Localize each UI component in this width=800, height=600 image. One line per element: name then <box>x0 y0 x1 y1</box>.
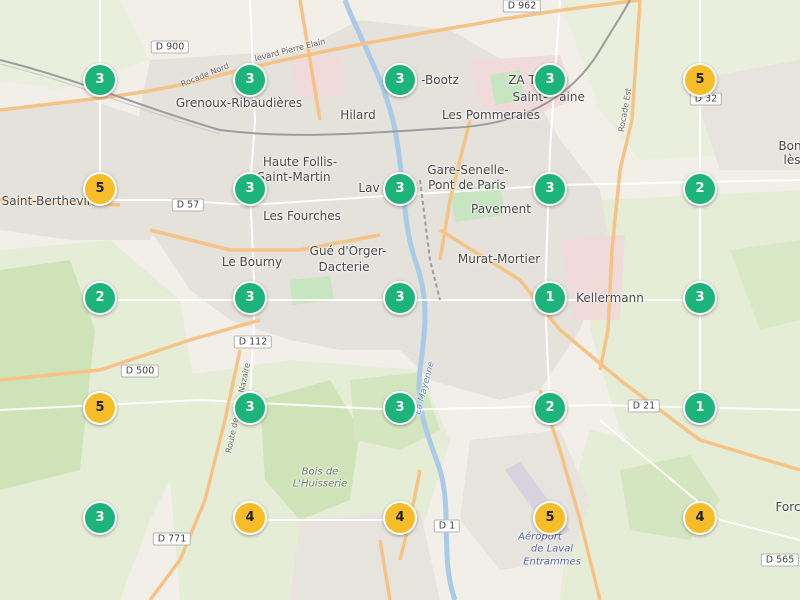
cluster-marker[interactable]: 3 <box>383 281 417 315</box>
road-shield: D 900 <box>150 40 190 54</box>
place-label: ZA T <box>508 73 536 87</box>
place-label: Bois de <box>301 466 339 478</box>
place-label: L'Huisserie <box>292 478 348 490</box>
place-label: -Bootz <box>421 73 459 87</box>
cluster-marker[interactable]: 4 <box>233 501 267 535</box>
cluster-marker[interactable]: 5 <box>533 501 567 535</box>
cluster-marker[interactable]: 2 <box>533 391 567 425</box>
cluster-marker[interactable]: 3 <box>83 501 117 535</box>
place-label: lès <box>783 153 800 167</box>
place-label: Les Fourches <box>263 209 341 223</box>
cluster-marker[interactable]: 5 <box>83 172 117 206</box>
cluster-marker[interactable]: 2 <box>83 281 117 315</box>
cluster-marker[interactable]: 2 <box>683 172 717 206</box>
road-shield: D 57 <box>171 198 205 212</box>
map-view[interactable]: Grenoux-Ribaudières Hilard Les Pommeraies -… <box>0 0 800 600</box>
cluster-marker[interactable]: 3 <box>533 63 567 97</box>
place-label: Saint-Berthevin <box>1 194 95 208</box>
place-label: Saint-Martin <box>257 170 331 184</box>
cluster-marker[interactable]: 4 <box>383 501 417 535</box>
road-shield: D 962 <box>502 0 542 13</box>
cluster-marker[interactable]: 3 <box>233 172 267 206</box>
road-shield: D 21 <box>627 399 661 413</box>
place-label: aine <box>559 90 585 104</box>
place-label: Grenoux-Ribaudières <box>175 96 303 110</box>
place-label: Gué d'Orger- <box>309 244 387 258</box>
place-label: Bon <box>778 139 800 153</box>
cluster-marker[interactable]: 3 <box>233 391 267 425</box>
cluster-marker[interactable]: 5 <box>83 391 117 425</box>
road-shield: D 1 <box>433 519 461 533</box>
place-label: de Laval <box>530 543 574 555</box>
place-label: Kellermann <box>576 291 644 305</box>
place-label: Le Bourny <box>221 255 283 269</box>
cluster-marker[interactable]: 5 <box>683 63 717 97</box>
cluster-marker[interactable]: 3 <box>233 63 267 97</box>
place-label: Hilard <box>340 108 376 122</box>
place-label: Gare-Senelle- <box>427 163 509 177</box>
cluster-marker[interactable]: 3 <box>683 281 717 315</box>
road-shield: D 771 <box>152 532 192 546</box>
road-shield: D 500 <box>120 364 160 378</box>
place-label: Les Pommeraies <box>441 108 541 122</box>
place-label: Pont de Paris <box>428 178 506 192</box>
road-shield: D 112 <box>233 335 273 349</box>
place-label: Forc <box>775 500 800 514</box>
cluster-marker[interactable]: 3 <box>533 172 567 206</box>
place-label: Dacterie <box>318 260 370 274</box>
cluster-marker[interactable]: 4 <box>683 501 717 535</box>
cluster-marker[interactable]: 3 <box>383 391 417 425</box>
cluster-marker[interactable]: 3 <box>233 281 267 315</box>
place-label: Pavement <box>471 202 531 216</box>
cluster-marker[interactable]: 1 <box>533 281 567 315</box>
place-label: Haute Follis- <box>262 155 338 169</box>
cluster-marker[interactable]: 3 <box>83 63 117 97</box>
road-shield: D 565 <box>760 553 800 567</box>
place-label: Lav <box>358 181 380 195</box>
cluster-marker[interactable]: 3 <box>383 63 417 97</box>
cluster-marker[interactable]: 1 <box>683 391 717 425</box>
place-label: Entrammes <box>523 556 581 568</box>
place-label: Murat-Mortier <box>457 252 541 266</box>
cluster-marker[interactable]: 3 <box>383 172 417 206</box>
